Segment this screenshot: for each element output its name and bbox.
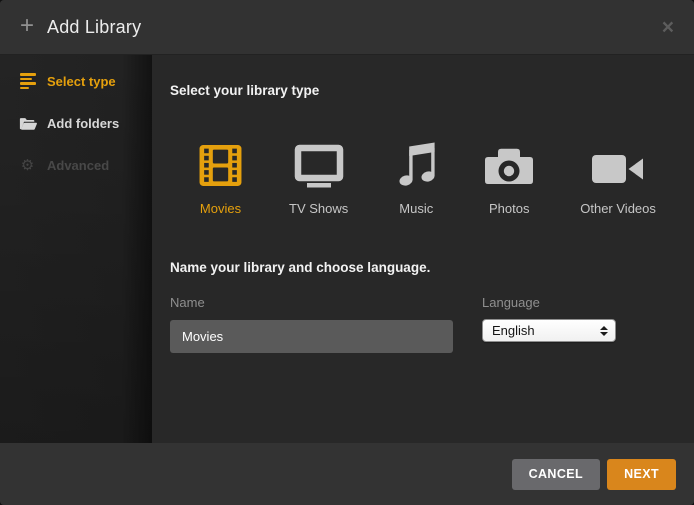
tv-icon <box>292 140 346 188</box>
library-type-label: Photos <box>489 201 529 216</box>
sidebar-item-label: Advanced <box>47 158 109 173</box>
next-button[interactable]: NEXT <box>607 459 676 490</box>
sidebar-item-select-type[interactable]: Select type <box>18 71 152 91</box>
plus-icon: + <box>20 14 34 38</box>
panel-heading: Select your library type <box>170 83 676 98</box>
cancel-button[interactable]: CANCEL <box>512 459 600 490</box>
library-type-label: Music <box>399 201 433 216</box>
name-section-heading: Name your library and choose language. <box>170 260 676 275</box>
sidebar-item-advanced[interactable]: ⚙ Advanced <box>18 155 152 175</box>
dialog-header: + Add Library × <box>0 0 694 55</box>
select-arrows-icon <box>600 326 608 336</box>
library-type-label: TV Shows <box>289 201 348 216</box>
library-type-other-videos[interactable]: Other Videos <box>580 140 656 216</box>
list-lines-icon <box>18 73 37 89</box>
name-language-fields: Name Movies Language English <box>170 295 676 375</box>
library-type-photos[interactable]: Photos <box>484 140 534 216</box>
dialog-footer: CANCEL NEXT <box>0 443 694 505</box>
library-type-movies[interactable]: Movies <box>198 140 243 216</box>
language-select[interactable]: English <box>482 319 616 342</box>
library-type-label: Movies <box>200 201 241 216</box>
library-type-music[interactable]: Music <box>394 140 438 216</box>
sidebar-item-label: Select type <box>47 74 116 89</box>
music-note-icon <box>394 140 438 188</box>
language-select-value: English <box>492 323 600 338</box>
library-type-tv-shows[interactable]: TV Shows <box>289 140 348 216</box>
camera-icon <box>484 140 534 188</box>
name-input-value: Movies <box>182 329 223 344</box>
language-label: Language <box>482 295 632 310</box>
gear-icon: ⚙ <box>18 158 37 173</box>
name-input[interactable]: Movies <box>170 320 453 353</box>
name-label: Name <box>170 295 453 310</box>
add-library-dialog: + Add Library × Select type Add folders … <box>0 0 694 505</box>
video-camera-icon <box>591 140 645 188</box>
film-strip-icon <box>198 140 243 188</box>
sidebar-item-label: Add folders <box>47 116 119 131</box>
library-type-row: Movies TV Shows <box>198 140 676 216</box>
library-type-panel: Select your library type <box>152 55 694 443</box>
library-type-label: Other Videos <box>580 201 656 216</box>
folder-open-icon <box>18 116 37 131</box>
sidebar-item-add-folders[interactable]: Add folders <box>18 113 152 133</box>
close-icon[interactable]: × <box>662 17 674 38</box>
dialog-title: Add Library <box>47 17 141 38</box>
sidebar: Select type Add folders ⚙ Advanced <box>0 55 152 443</box>
